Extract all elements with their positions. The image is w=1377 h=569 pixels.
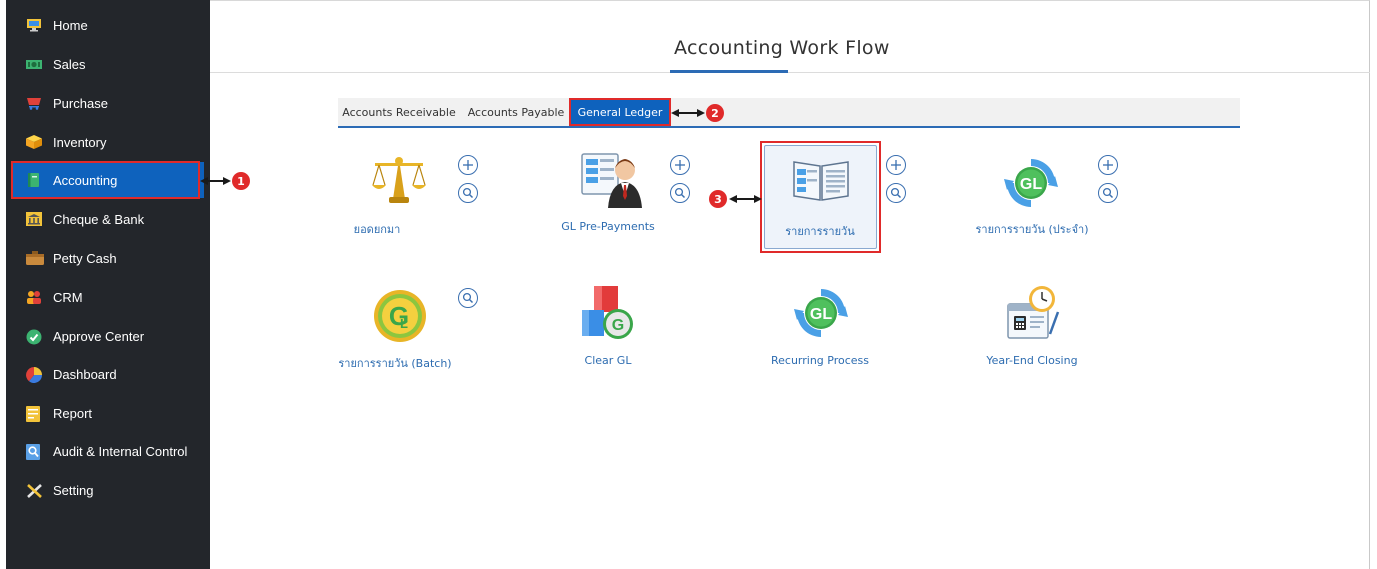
add-button[interactable] [458,155,478,175]
report-icon [26,406,42,422]
sidebar-item-label: Purchase [53,95,108,111]
callout-badge-3: 3 [709,190,727,208]
tab-accounts-payable[interactable]: Accounts Payable [465,98,567,126]
module-label-recurring-process[interactable]: Recurring Process [730,354,910,367]
sidebar-item-dashboard[interactable]: Dashboard [12,356,204,392]
search-button[interactable] [886,183,906,203]
svg-text:GL: GL [1020,176,1042,193]
arrow-head-icon [729,195,737,203]
check-icon [26,329,42,345]
arrow-head-icon [223,177,231,185]
sidebar-item-label: Report [53,405,93,421]
arrow-head-icon [200,177,208,185]
sidebar-item-petty-cash[interactable]: Petty Cash [12,240,204,276]
app-window: Home Sales Purchase Inventory Accounting [0,0,1377,569]
tab-accounts-receivable[interactable]: Accounts Receivable [340,98,458,126]
sidebar-item-label: Approve Center [53,328,145,344]
svg-text:L: L [400,316,408,331]
pie-chart-icon [26,367,42,383]
svg-text:GL: GL [810,306,832,323]
sidebar-item-label: Cheque & Bank [53,211,145,227]
callout-badge-2: 2 [706,104,724,122]
sidebar-item-audit[interactable]: Audit & Internal Control [12,433,204,469]
person-ledger-icon[interactable] [580,150,644,212]
money-icon [26,57,42,71]
monitor-icon [26,18,42,32]
sidebar-item-setting[interactable]: Setting [12,472,204,508]
window-edge [1370,0,1377,569]
scales-icon[interactable] [371,153,427,209]
sidebar-item-purchase[interactable]: Purchase [12,85,204,121]
add-button[interactable] [670,155,690,175]
sidebar-item-inventory[interactable]: Inventory [12,124,204,160]
module-label-daily-journal[interactable]: รายการรายวัน [730,222,910,240]
search-button[interactable] [1098,183,1118,203]
search-button[interactable] [458,183,478,203]
sidebar-item-cheque-bank[interactable]: Cheque & Bank [12,201,204,237]
accounting-highlight-outline [11,161,200,199]
sidebar-item-approve-center[interactable]: Approve Center [12,318,204,354]
main-content [210,0,1370,569]
svg-text:G: G [612,317,624,334]
box-icon [26,135,42,149]
gl-yellow-icon[interactable]: G L [370,288,430,348]
search-button[interactable] [670,183,690,203]
sidebar-item-label: Petty Cash [53,250,117,266]
gl-cycle-icon[interactable]: GL [1004,156,1058,214]
sidebar-item-label: CRM [53,289,83,305]
cart-icon [26,96,42,110]
bank-icon [26,212,42,226]
sidebar-item-label: Dashboard [53,366,117,382]
arrow-head-icon [697,109,705,117]
sidebar-item-report[interactable]: Report [12,395,204,431]
module-label-gl-pre-payments[interactable]: GL Pre-Payments [518,220,698,233]
sidebar-item-crm[interactable]: CRM [12,279,204,315]
open-book-icon[interactable] [792,158,850,206]
tools-icon [26,483,42,498]
page-title: Accounting Work Flow [674,37,890,59]
module-label-recurring-journal[interactable]: รายการรายวัน (ประจำ) [942,220,1122,238]
sidebar-item-label: Inventory [53,134,107,150]
arrow-head-icon [671,109,679,117]
blocks-gl-icon[interactable]: G [580,284,636,348]
module-label-batch-journal[interactable]: รายการรายวัน (Batch) [305,354,485,372]
gl-green-icon[interactable]: GL [794,286,848,344]
people-icon [26,290,42,304]
add-button[interactable] [886,155,906,175]
module-label-opening-balance[interactable]: ยอดยกมา [287,220,467,238]
title-underline [670,70,788,73]
sidebar-item-sales[interactable]: Sales [12,46,204,82]
tab-general-ledger[interactable]: General Ledger [569,98,671,126]
module-label-year-end-closing[interactable]: Year-End Closing [942,354,1122,367]
calendar-clock-icon[interactable] [1002,284,1062,348]
sidebar-item-home[interactable]: Home [12,7,204,43]
add-button[interactable] [1098,155,1118,175]
header-divider [210,72,1370,73]
wallet-icon [26,251,44,265]
arrow-head-icon [754,195,762,203]
sidebar-item-label: Home [53,17,88,33]
sidebar-item-label: Sales [53,56,86,72]
module-label-clear-gl[interactable]: Clear GL [518,354,698,367]
callout-badge-1: 1 [232,172,250,190]
search-button[interactable] [458,288,478,308]
sidebar: Home Sales Purchase Inventory Accounting [6,0,210,569]
magnifier-doc-icon [26,444,42,460]
sidebar-item-label: Setting [53,482,94,498]
sidebar-item-label: Audit & Internal Control [53,443,188,459]
